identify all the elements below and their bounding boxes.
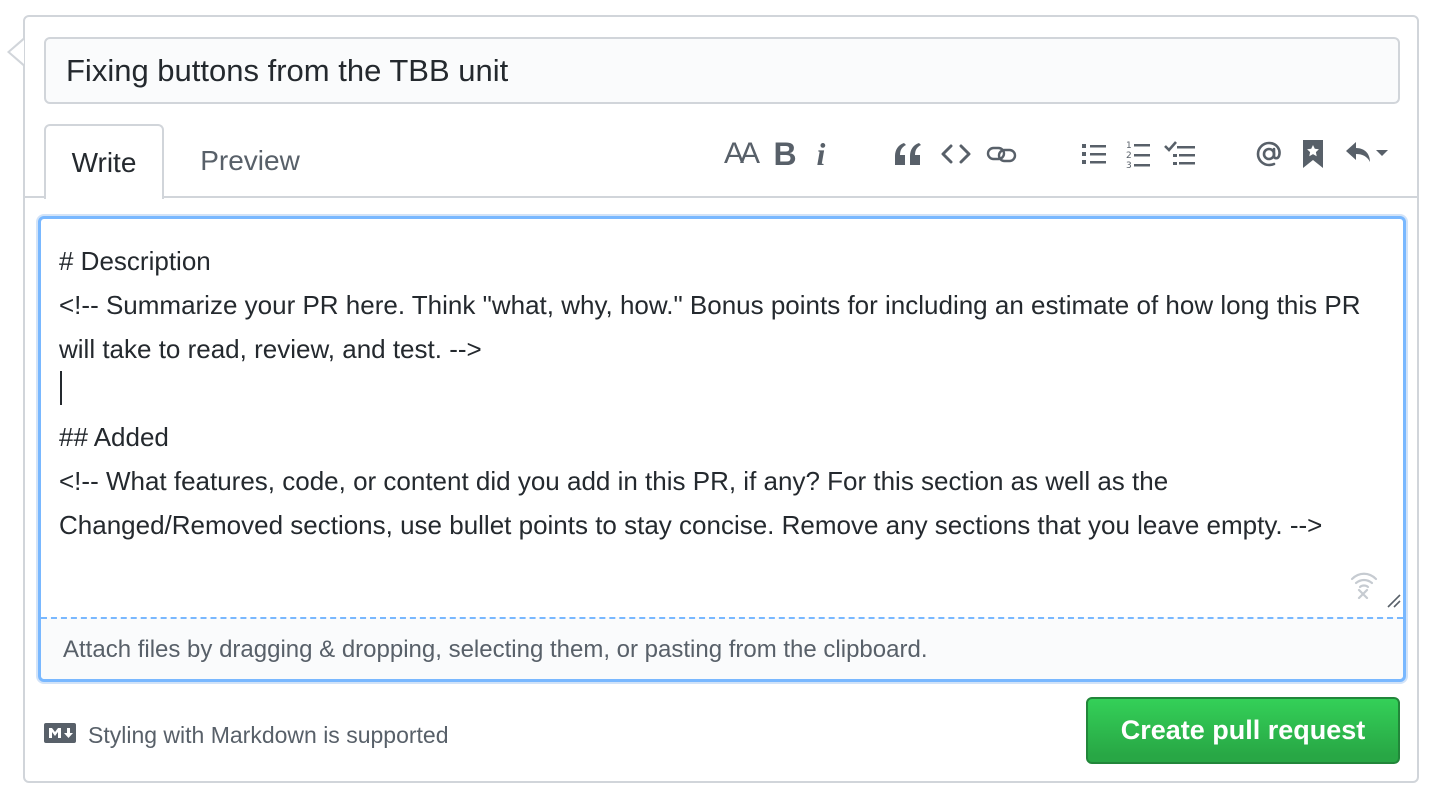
- text-cursor: [60, 371, 62, 405]
- mention-icon[interactable]: [1252, 132, 1286, 176]
- attach-files-area[interactable]: Attach files by dragging & dropping, sel…: [41, 617, 1403, 679]
- tab-preview[interactable]: Preview: [180, 124, 320, 198]
- avatar-pointer-inner: [10, 40, 24, 64]
- title-input[interactable]: Fixing buttons from the TBB unit: [44, 37, 1400, 104]
- svg-text:1: 1: [1126, 141, 1132, 151]
- bookmark-icon[interactable]: [1298, 132, 1328, 176]
- wifi-icon: [1349, 569, 1379, 604]
- markdown-icon: [44, 722, 76, 749]
- header-icon[interactable]: AA: [720, 132, 760, 176]
- comment-editor[interactable]: # Description <!-- Summarize your PR her…: [38, 216, 1406, 682]
- link-icon[interactable]: [984, 132, 1020, 176]
- svg-text:2: 2: [1126, 151, 1132, 161]
- body-textarea[interactable]: # Description <!-- Summarize your PR her…: [41, 219, 1403, 617]
- svg-text:3: 3: [1126, 161, 1132, 169]
- markdown-note-text: Styling with Markdown is supported: [88, 721, 449, 748]
- italic-icon-label: i: [816, 136, 826, 172]
- ordered-list-icon[interactable]: 123: [1122, 132, 1154, 176]
- reply-icon[interactable]: [1342, 132, 1392, 176]
- header-icon-label: AA: [723, 137, 760, 170]
- create-pull-request-button[interactable]: Create pull request: [1086, 697, 1400, 764]
- tab-write[interactable]: Write: [44, 124, 164, 199]
- markdown-support-note: Styling with Markdown is supported: [44, 717, 449, 753]
- bold-icon-label: B: [773, 136, 797, 172]
- code-icon[interactable]: [938, 132, 974, 176]
- quote-icon[interactable]: [890, 132, 924, 176]
- bold-icon[interactable]: B: [770, 132, 800, 176]
- unordered-list-icon[interactable]: [1078, 132, 1110, 176]
- resize-handle-icon[interactable]: [1385, 592, 1401, 613]
- italic-icon[interactable]: i: [808, 132, 834, 176]
- task-list-icon[interactable]: [1162, 132, 1198, 176]
